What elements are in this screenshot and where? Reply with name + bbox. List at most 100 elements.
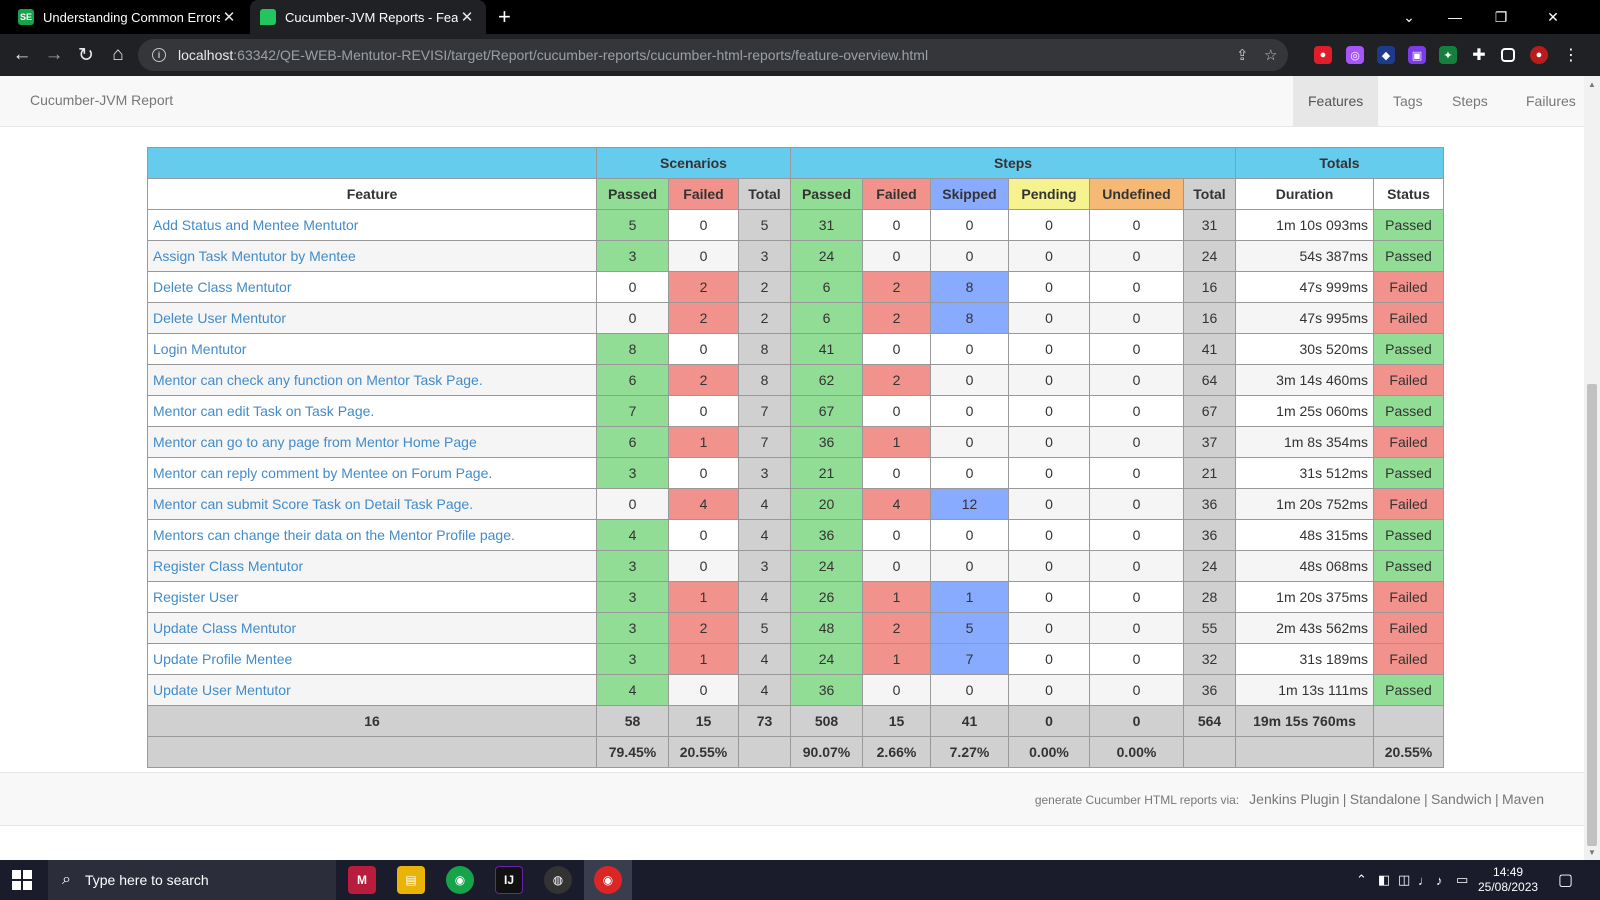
footer-link-jenkins[interactable]: Jenkins Plugin bbox=[1249, 791, 1339, 807]
feature-link[interactable]: Update Profile Mentee bbox=[153, 651, 292, 667]
tab-title: Cucumber-JVM Reports - Feature bbox=[285, 9, 458, 25]
forward-icon[interactable]: → bbox=[41, 42, 67, 68]
header-duration[interactable]: Duration bbox=[1235, 178, 1374, 210]
mendeley-icon[interactable]: M bbox=[348, 866, 376, 894]
status-badge: Failed bbox=[1373, 271, 1444, 303]
nav-features[interactable]: Features bbox=[1293, 76, 1379, 126]
chrome-icon[interactable]: ◉ bbox=[446, 866, 474, 894]
count-cell: 2 bbox=[862, 271, 931, 303]
header-scenarios-passed[interactable]: Passed bbox=[596, 178, 669, 210]
tray-volume-icon[interactable]: ♪ bbox=[1436, 860, 1443, 900]
count-cell: 0 bbox=[862, 333, 931, 365]
status-badge: Passed bbox=[1373, 674, 1444, 706]
scroll-up-icon[interactable]: ▲ bbox=[1588, 80, 1596, 89]
file-explorer-icon[interactable]: ▤ bbox=[397, 866, 425, 894]
group-steps: Steps bbox=[790, 147, 1236, 179]
feature-link[interactable]: Mentor can check any function on Mentor … bbox=[153, 372, 483, 388]
status-badge: Failed bbox=[1373, 364, 1444, 396]
count-cell: 16 bbox=[1183, 271, 1236, 303]
window-close-icon[interactable]: ✕ bbox=[1530, 0, 1576, 34]
feature-link[interactable]: Mentors can change their data on the Men… bbox=[153, 527, 515, 543]
side-panel-icon[interactable] bbox=[1501, 48, 1515, 62]
tab-understanding-errors[interactable]: SE Understanding Common Errors | ✕ bbox=[8, 0, 248, 34]
tray-camera-icon[interactable]: ◧ bbox=[1378, 860, 1390, 900]
footer-link-standalone[interactable]: Standalone bbox=[1350, 791, 1421, 807]
report-brand[interactable]: Cucumber-JVM Report bbox=[30, 92, 173, 108]
windows-start-icon[interactable] bbox=[12, 870, 32, 890]
feature-link[interactable]: Register User bbox=[153, 589, 239, 605]
share-icon[interactable]: ⇪ bbox=[1236, 46, 1249, 64]
extension-box-icon[interactable]: ◆ bbox=[1377, 46, 1395, 64]
footer-link-maven[interactable]: Maven bbox=[1502, 791, 1544, 807]
scrollbar-thumb[interactable] bbox=[1587, 384, 1597, 846]
table-row: Update Profile Mentee 3 1 4 24 1 7 0 0 32 31s 189m… bbox=[147, 643, 1444, 675]
feature-link[interactable]: Update User Mentutor bbox=[153, 682, 291, 698]
feature-link[interactable]: Login Mentutor bbox=[153, 341, 246, 357]
feature-link[interactable]: Update Class Mentutor bbox=[153, 620, 296, 636]
back-icon[interactable]: ← bbox=[9, 42, 35, 68]
feature-link[interactable]: Mentor can go to any page from Mentor Ho… bbox=[153, 434, 477, 450]
count-cell: 0 bbox=[1089, 457, 1184, 489]
extension-red-icon[interactable]: ● bbox=[1314, 46, 1332, 64]
footer-link-sandwich[interactable]: Sandwich bbox=[1431, 791, 1492, 807]
header-scenarios-failed[interactable]: Failed bbox=[668, 178, 739, 210]
close-icon[interactable]: ✕ bbox=[458, 8, 476, 26]
feature-link[interactable]: Delete Class Mentutor bbox=[153, 279, 292, 295]
reload-icon[interactable]: ↻ bbox=[73, 42, 99, 68]
obs-icon[interactable]: ◍ bbox=[544, 866, 572, 894]
menu-kebab-icon[interactable]: ⋮ bbox=[1562, 46, 1580, 64]
header-steps-passed[interactable]: Passed bbox=[790, 178, 863, 210]
count-cell: 0 bbox=[862, 550, 931, 582]
minimize-icon[interactable]: — bbox=[1432, 0, 1478, 34]
feature-link[interactable]: Delete User Mentutor bbox=[153, 310, 286, 326]
extension-leaf-icon[interactable]: ✦ bbox=[1439, 46, 1457, 64]
tray-chevron-icon[interactable]: ⌃ bbox=[1356, 860, 1367, 900]
header-steps-pending[interactable]: Pending bbox=[1008, 178, 1090, 210]
notification-icon[interactable]: ▢ bbox=[1558, 860, 1573, 900]
feature-link[interactable]: Mentor can submit Score Task on Detail T… bbox=[153, 496, 473, 512]
feature-link[interactable]: Mentor can reply comment by Mentee on Fo… bbox=[153, 465, 492, 481]
tray-network-icon[interactable]: ◫ bbox=[1398, 860, 1410, 900]
new-tab-icon[interactable]: + bbox=[498, 5, 511, 29]
header-steps-skipped[interactable]: Skipped bbox=[930, 178, 1009, 210]
header-steps-undefined[interactable]: Undefined bbox=[1089, 178, 1184, 210]
site-info-icon[interactable]: i bbox=[152, 48, 166, 62]
header-feature[interactable]: Feature bbox=[147, 178, 597, 210]
taskbar-clock[interactable]: 14:49 25/08/2023 bbox=[1478, 865, 1538, 895]
tray-mic-icon[interactable]: ♩ bbox=[1418, 860, 1431, 900]
duration-cell: 1m 20s 375ms bbox=[1235, 581, 1374, 613]
tab-search-icon[interactable]: ⌄ bbox=[1386, 0, 1432, 34]
feature-link[interactable]: Assign Task Mentutor by Mentee bbox=[153, 248, 356, 264]
nav-failures[interactable]: Failures bbox=[1511, 76, 1584, 126]
bookmark-star-icon[interactable]: ☆ bbox=[1264, 46, 1277, 64]
count-cell: 5 bbox=[596, 209, 669, 241]
chrome-active-icon[interactable]: ◉ bbox=[594, 866, 622, 894]
page-scrollbar[interactable]: ▲ ▼ bbox=[1584, 76, 1600, 860]
feature-link[interactable]: Add Status and Mentee Mentutor bbox=[153, 217, 358, 233]
nav-tags[interactable]: Tags bbox=[1378, 76, 1438, 126]
header-status[interactable]: Status bbox=[1373, 178, 1444, 210]
close-icon[interactable]: ✕ bbox=[220, 8, 238, 26]
intellij-icon[interactable]: IJ bbox=[495, 866, 523, 894]
profile-avatar-icon[interactable]: ● bbox=[1530, 46, 1548, 64]
extensions-puzzle-icon[interactable]: ✚ bbox=[1470, 46, 1488, 64]
count-cell: 3 bbox=[596, 612, 669, 644]
header-steps-total[interactable]: Total bbox=[1183, 178, 1236, 210]
count-cell: 2 bbox=[862, 364, 931, 396]
address-bar[interactable]: i localhost:63342/QE-WEB-Mentutor-REVISI… bbox=[138, 39, 1288, 71]
count-cell: 0 bbox=[1089, 302, 1184, 334]
count-cell: 0 bbox=[1089, 612, 1184, 644]
feature-link[interactable]: Mentor can edit Task on Task Page. bbox=[153, 403, 374, 419]
scroll-down-icon[interactable]: ▼ bbox=[1588, 848, 1596, 857]
taskbar-search-box[interactable]: ⌕ Type here to search bbox=[48, 860, 336, 900]
tab-cucumber-reports[interactable]: Cucumber-JVM Reports - Feature ✕ bbox=[250, 0, 486, 34]
restore-icon[interactable]: ❐ bbox=[1478, 0, 1524, 34]
extension-purple-icon[interactable]: ▣ bbox=[1408, 46, 1426, 64]
extension-ring-icon[interactable]: ◎ bbox=[1346, 46, 1364, 64]
home-icon[interactable]: ⌂ bbox=[105, 42, 131, 68]
header-steps-failed[interactable]: Failed bbox=[862, 178, 931, 210]
tray-display-icon[interactable]: ▭ bbox=[1456, 860, 1468, 900]
feature-link[interactable]: Register Class Mentutor bbox=[153, 558, 303, 574]
nav-steps[interactable]: Steps bbox=[1437, 76, 1503, 126]
header-scenarios-total[interactable]: Total bbox=[738, 178, 791, 210]
